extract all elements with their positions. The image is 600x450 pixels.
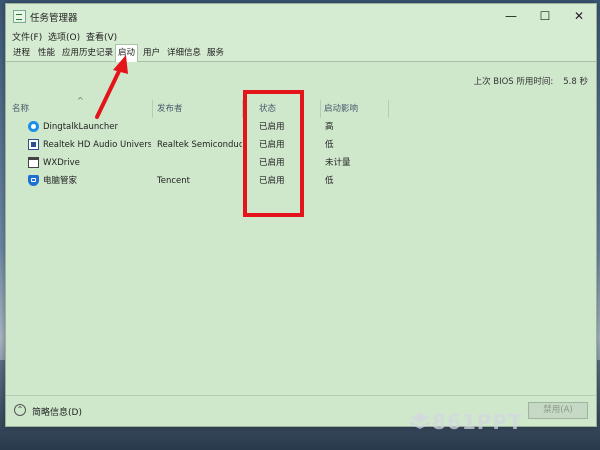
watermark: 861PPT: [432, 410, 523, 434]
annotation-arrow: [95, 55, 128, 119]
watermark-logo-icon: [410, 413, 430, 429]
